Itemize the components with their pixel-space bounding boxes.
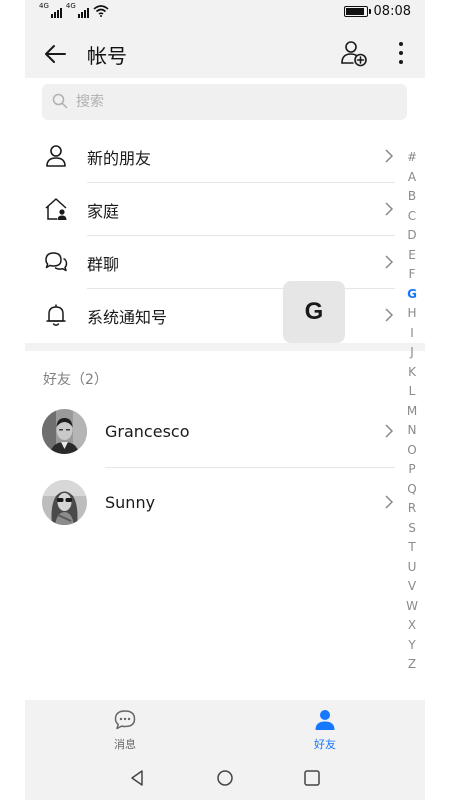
friend-item-sunny[interactable]: Sunny [25, 469, 425, 539]
index-letter[interactable]: E [403, 246, 421, 266]
chevron-right-icon [385, 149, 394, 163]
bottom-tab-bar: 消息 好友 [25, 700, 425, 758]
page-title: 帐号 [87, 44, 127, 68]
friend-item-grancesco[interactable]: Grancesco [25, 398, 425, 468]
system-nav-bar [25, 758, 425, 800]
cell-signal-icon: 4G [39, 2, 62, 18]
friend-name: Sunny [105, 493, 156, 512]
menu-item-group-chat[interactable]: 群聊 [25, 236, 425, 289]
menu-item-system-notifications[interactable]: 系统通知号 [25, 289, 425, 342]
tab-friends[interactable]: 好友 [225, 700, 425, 758]
nav-back-icon[interactable] [129, 769, 145, 787]
index-letter-bubble: G [283, 281, 345, 343]
index-letter[interactable]: B [403, 187, 421, 207]
bell-icon [46, 304, 66, 326]
index-letter[interactable]: H [403, 304, 421, 324]
chevron-right-icon [385, 308, 394, 322]
wifi-icon [93, 5, 109, 17]
arrow-left-icon[interactable] [39, 38, 71, 70]
index-letter[interactable]: O [403, 441, 421, 461]
chat-bubbles-icon [45, 252, 68, 272]
search-icon [52, 93, 68, 109]
index-letter[interactable]: D [403, 226, 421, 246]
chevron-right-icon [385, 255, 394, 269]
friends-section-title: 好友（2） [43, 372, 108, 388]
nav-recents-icon[interactable] [303, 769, 321, 787]
index-letter[interactable]: # [403, 148, 421, 168]
status-bar: 4G 4G 08:08 [25, 0, 425, 28]
menu-item-label: 新的朋友 [87, 149, 152, 168]
clock: 08:08 [373, 4, 411, 19]
index-letter[interactable]: U [403, 558, 421, 578]
menu-item-label: 群聊 [87, 255, 120, 274]
avatar [42, 480, 87, 525]
menu-item-label: 家庭 [87, 202, 120, 221]
index-letter[interactable]: L [403, 382, 421, 402]
index-letter[interactable]: P [403, 460, 421, 480]
index-letter[interactable]: N [403, 421, 421, 441]
phone-screen: 4G 4G 08:08 帐号 搜索 新的朋友 家庭 群聊 系统通知号 好友（2）… [25, 0, 425, 800]
cell-signal-icon: 4G [65, 2, 89, 18]
divider [105, 467, 395, 468]
friend-name: Grancesco [105, 422, 190, 441]
contacts-content: 新的朋友 家庭 群聊 [25, 78, 425, 700]
tab-label: 消息 [114, 738, 136, 751]
nav-home-icon[interactable] [216, 769, 234, 787]
home-person-icon [45, 198, 67, 220]
index-letter[interactable]: Z [403, 655, 421, 675]
contacts-icon [315, 710, 335, 730]
search-input[interactable] [76, 84, 396, 120]
menu-item-family[interactable]: 家庭 [25, 183, 425, 236]
index-letter[interactable]: G [403, 285, 421, 305]
more-vert-icon[interactable] [391, 38, 411, 68]
index-letter[interactable]: I [403, 324, 421, 344]
index-letter[interactable]: C [403, 207, 421, 227]
app-bar: 帐号 [25, 28, 425, 78]
chevron-right-icon [385, 495, 394, 509]
menu-item-new-friends[interactable]: 新的朋友 [25, 130, 425, 183]
index-letter[interactable]: J [403, 343, 421, 363]
alphabet-index[interactable]: # A B C D E F G H I J K L M N O P Q R S T U V W X Y Z [403, 148, 421, 675]
index-letter[interactable]: T [403, 538, 421, 558]
search-bar[interactable] [42, 84, 407, 120]
avatar [42, 409, 87, 454]
person-icon [46, 145, 66, 167]
chevron-right-icon [385, 424, 394, 438]
index-letter[interactable]: S [403, 519, 421, 539]
index-letter[interactable]: M [403, 402, 421, 422]
tab-messages[interactable]: 消息 [25, 700, 225, 758]
chat-icon [114, 710, 136, 730]
index-letter[interactable]: V [403, 577, 421, 597]
chevron-right-icon [385, 202, 394, 216]
menu-item-label: 系统通知号 [87, 308, 168, 327]
section-separator [25, 343, 425, 351]
index-letter[interactable]: F [403, 265, 421, 285]
tab-label: 好友 [314, 738, 336, 751]
add-user-icon[interactable] [339, 38, 369, 68]
index-letter[interactable]: X [403, 616, 421, 636]
network-type-2: 4G [65, 2, 76, 10]
index-letter[interactable]: K [403, 363, 421, 383]
network-type-1: 4G [39, 2, 49, 10]
index-letter[interactable]: W [403, 597, 421, 617]
index-letter[interactable]: A [403, 168, 421, 188]
index-letter[interactable]: R [403, 499, 421, 519]
index-letter[interactable]: Q [403, 480, 421, 500]
index-letter[interactable]: Y [403, 636, 421, 656]
battery-icon [343, 6, 371, 17]
